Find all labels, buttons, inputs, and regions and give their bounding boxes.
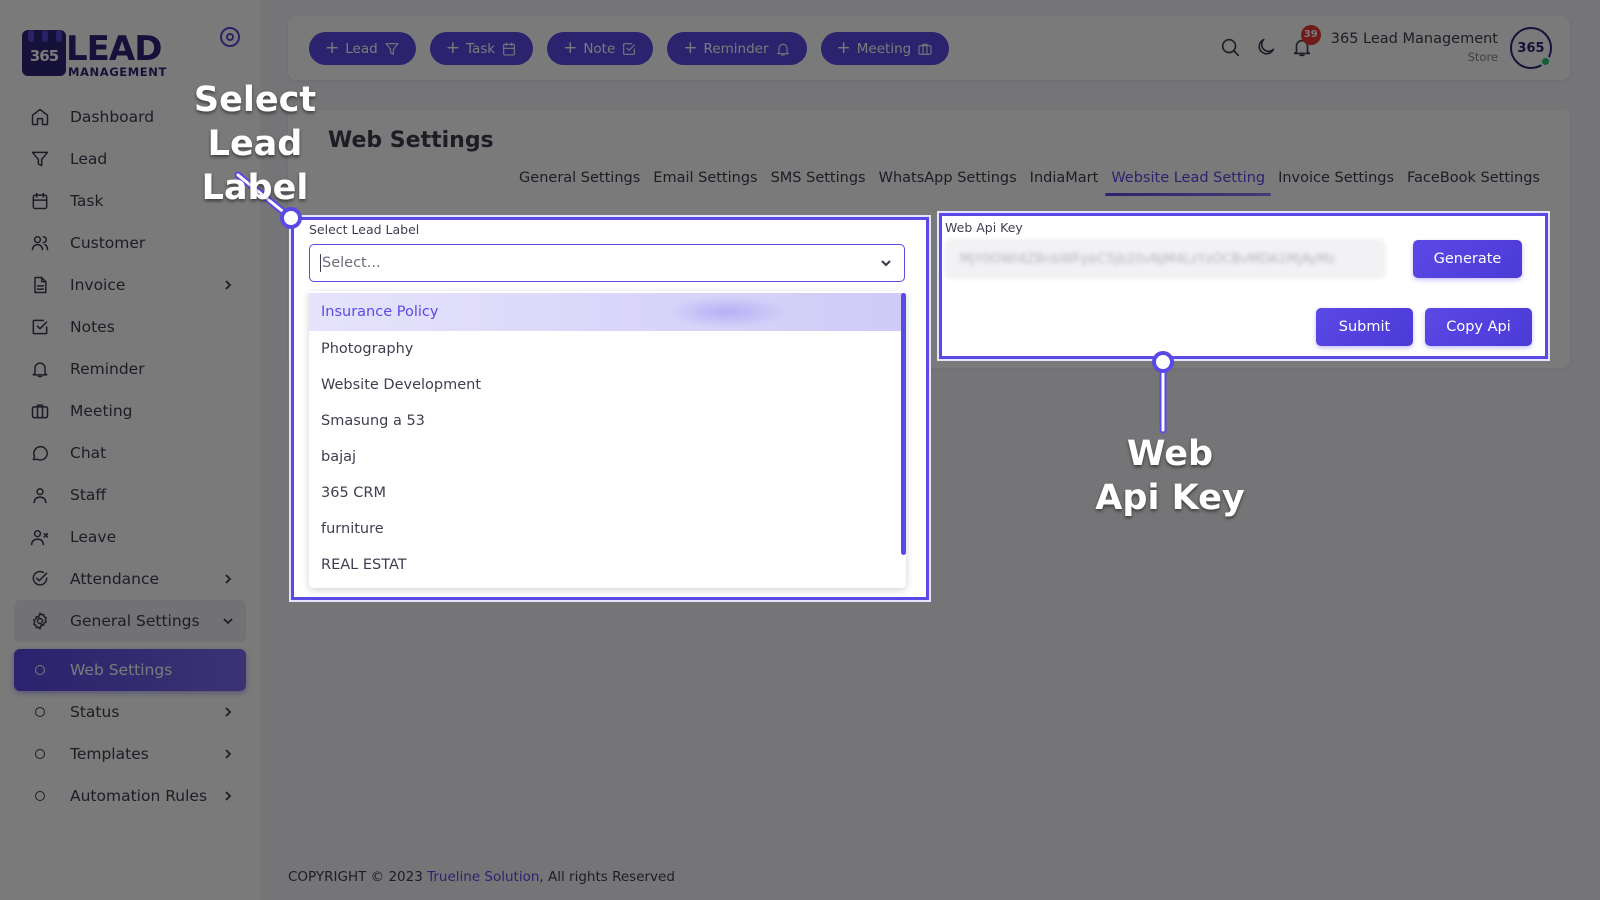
dropdown-option[interactable]: REAL ESTAT xyxy=(309,547,906,583)
lead-label-section: Select Lead Label Select... Insurance Po… xyxy=(289,215,931,602)
dropdown-option[interactable]: Website Development xyxy=(309,367,906,403)
dropdown-option[interactable]: Insurance Policy xyxy=(309,293,906,331)
lead-label-dropdown: Insurance Policy Photography Website Dev… xyxy=(309,291,906,588)
dropdown-option[interactable]: Photography xyxy=(309,331,906,367)
dropdown-option[interactable]: bajaj xyxy=(309,439,906,475)
dropdown-scrollbar[interactable] xyxy=(901,293,906,555)
annotation-line: Select xyxy=(193,80,317,120)
text-cursor xyxy=(320,254,321,272)
dropdown-option[interactable]: Smasung a 53 xyxy=(309,403,906,439)
dropdown-option[interactable]: furniture xyxy=(309,511,906,547)
annotation-line: Lead Label xyxy=(201,124,309,208)
dropdown-option[interactable]: 365 CRM xyxy=(309,475,906,511)
select-placeholder: Select... xyxy=(322,255,381,271)
submit-button[interactable]: Submit xyxy=(1316,308,1413,346)
copy-api-button[interactable]: Copy Api xyxy=(1425,308,1532,346)
web-api-key-input[interactable]: MjY0OWI4ZBnbWFpbC5jb20vNjM4LzYzOCBvMDA1M… xyxy=(945,240,1385,278)
web-api-key-section: Web Api Key MjY0OWI4ZBnbWFpbC5jb20vNjM4L… xyxy=(937,211,1550,361)
lead-label-field-label: Select Lead Label xyxy=(309,222,420,237)
chevron-down-icon[interactable] xyxy=(878,255,894,271)
web-api-key-label: Web Api Key xyxy=(945,220,1023,235)
annotation-line: Web xyxy=(1126,434,1214,474)
lead-label-select[interactable]: Select... xyxy=(309,244,905,282)
annotation-line: Api Key xyxy=(1095,478,1245,518)
annotation-web-api-key: Web Api Key xyxy=(1060,432,1280,520)
generate-button[interactable]: Generate xyxy=(1413,240,1522,278)
annotation-select-lead-label: Select Lead Label xyxy=(150,78,360,210)
